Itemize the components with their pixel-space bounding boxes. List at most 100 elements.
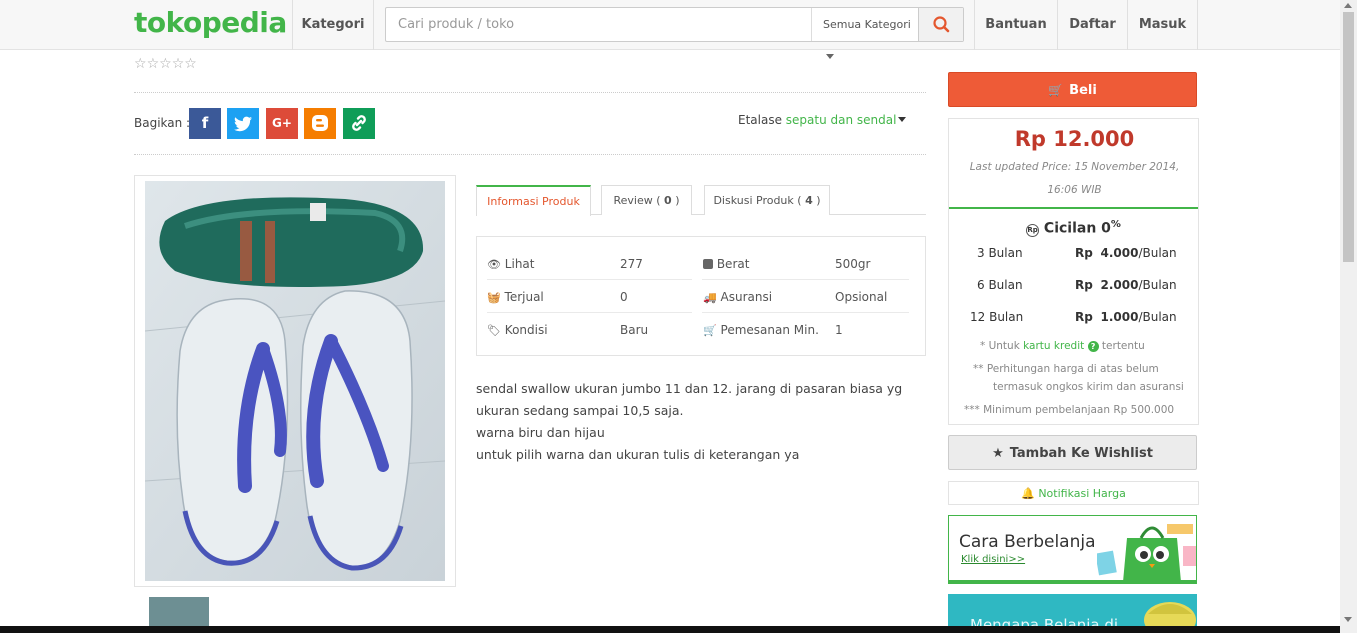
row-divider	[702, 279, 909, 280]
nav-daftar[interactable]: Daftar	[1058, 0, 1127, 50]
google-plus-icon: G+	[272, 116, 292, 130]
note-minimum: *** Minimum pembelanjaan Rp 500.000	[964, 401, 1174, 419]
twitter-icon	[234, 116, 252, 132]
price-box: Rp 12.000 Last updated Price: 15 Novembe…	[948, 118, 1199, 425]
info-berat-label: Berat	[716, 257, 750, 271]
star-icon: ☆	[134, 56, 147, 72]
info-terjual-value: 0	[620, 290, 628, 304]
scroll-down-icon[interactable]	[1344, 617, 1352, 622]
tab-diskusi-produk[interactable]: Diskusi Produk ( 4 )	[704, 185, 830, 215]
row-divider	[487, 312, 692, 313]
search-button[interactable]	[918, 8, 963, 41]
top-navbar: tokopedia Kategori Cari produk / toko Se…	[0, 0, 1340, 59]
cicilan-value: 1.000	[1100, 310, 1139, 324]
nav-bantuan[interactable]: Bantuan	[975, 0, 1057, 50]
info-lihat: 👁 Lihat	[487, 257, 534, 271]
info-lihat-label: Lihat	[504, 257, 535, 271]
help-icon[interactable]: ?	[1087, 341, 1099, 352]
product-description: sendal swallow ukuran jumbo 11 dan 12. j…	[476, 378, 926, 466]
search-category-select[interactable]: Semua Kategori	[811, 8, 918, 59]
divider	[134, 154, 926, 155]
note-text: tertentu	[1101, 340, 1145, 352]
nav-masuk[interactable]: Masuk	[1128, 0, 1197, 50]
info-asuransi: 🚚 Asuransi	[703, 290, 772, 304]
rating-stars: ☆☆☆☆☆	[134, 56, 197, 72]
divider	[134, 92, 926, 93]
info-asuransi-label: Asuransi	[720, 290, 773, 304]
caret-down-icon	[898, 117, 907, 122]
page-scrollbar[interactable]	[1340, 0, 1357, 633]
tab-review[interactable]: Review ( 0 )	[601, 185, 692, 215]
info-pemesanan: 🛒 Pemesanan Min.	[703, 323, 819, 337]
cicilan-amount: Rp 1.000/Bulan	[1075, 310, 1177, 324]
share-twitter-button[interactable]	[227, 108, 259, 139]
note-perhitungan: ** Perhitungan harga di atas belum	[973, 360, 1159, 378]
share-google-plus-button[interactable]: G+	[266, 108, 298, 139]
star-icon: ☆	[159, 56, 172, 72]
search-category-label: Semua Kategori	[823, 18, 911, 31]
share-link-button[interactable]	[343, 108, 375, 139]
cart-icon: 🛒	[703, 324, 717, 337]
etalase-label: Etalase	[738, 113, 782, 127]
etalase-link[interactable]: sepatu dan sendal	[786, 113, 897, 127]
scrollbar-thumb[interactable]	[1343, 12, 1354, 262]
cicilan-currency: Rp	[1075, 310, 1093, 324]
info-pemesanan-value: 1	[835, 323, 843, 337]
tab-review-count: 0	[664, 194, 672, 207]
taskbar-edge	[0, 626, 1340, 633]
product-info-table: 👁 Lihat 277 Berat 500gr 🧺 Terjual 0 🚚 As…	[476, 236, 926, 356]
note-text: termasuk ongkos kirim dan asuransi	[993, 381, 1184, 393]
row-divider	[702, 312, 909, 313]
cicilan-unit: /Bulan	[1138, 310, 1177, 324]
info-asuransi-value: Opsional	[835, 290, 888, 304]
beli-button[interactable]: 🛒 Beli	[948, 72, 1197, 107]
divider	[373, 0, 374, 50]
cicilan-months: 12 Bulan	[970, 310, 1024, 324]
share-label: Bagikan :	[134, 116, 191, 130]
divider	[1197, 0, 1198, 50]
blogger-icon	[312, 115, 328, 131]
info-pemesanan-label: Pemesanan Min.	[720, 323, 819, 337]
cicilan-title-sup: %	[1110, 219, 1121, 230]
cicilan-value: 4.000	[1100, 246, 1139, 260]
wishlist-button[interactable]: ★ Tambah Ke Wishlist	[948, 435, 1197, 470]
weight-icon	[703, 259, 713, 269]
note-text: Untuk	[988, 340, 1020, 352]
description-line: warna biru dan hijau	[476, 425, 605, 440]
cara-berbelanja-banner[interactable]: Cara Berbelanja Klik disini>>	[948, 515, 1197, 584]
tokopedia-logo[interactable]: tokopedia	[134, 6, 287, 39]
search-input[interactable]: Cari produk / toko	[398, 8, 514, 41]
share-blogger-button[interactable]	[304, 108, 336, 139]
scroll-up-icon[interactable]	[1344, 3, 1352, 8]
product-image[interactable]	[145, 181, 445, 581]
bell-icon: 🔔	[1021, 487, 1035, 500]
star-icon: ★	[992, 446, 1004, 461]
truck-icon: 🚚	[703, 291, 717, 304]
info-kondisi: 🏷 Kondisi	[487, 323, 548, 337]
cicilan-amount: Rp 4.000/Bulan	[1075, 246, 1177, 260]
note-text: Minimum pembelanjaan Rp 500.000	[983, 404, 1175, 416]
note-kartu-kredit: * Untuk kartu kredit ? tertentu	[980, 337, 1145, 355]
tab-informasi-produk[interactable]: Informasi Produk	[476, 185, 591, 216]
cicilan-value: 2.000	[1100, 278, 1139, 292]
cicilan-title: Rp Cicilan 0%	[949, 219, 1198, 237]
tab-review-label: Review	[613, 194, 653, 207]
cicilan-unit: /Bulan	[1138, 246, 1177, 260]
tag-icon: 🏷	[487, 324, 501, 337]
note-text: Perhitungan harga di atas belum	[986, 363, 1159, 375]
kartu-kredit-link[interactable]: kartu kredit	[1023, 340, 1084, 352]
star-icon: ☆	[184, 56, 197, 72]
kategori-menu[interactable]: Kategori	[293, 0, 373, 50]
note-mark: ***	[964, 404, 980, 416]
cicilan-unit: /Bulan	[1138, 278, 1177, 292]
product-price: Rp 12.000	[1014, 127, 1135, 151]
cicilan-amount: Rp 2.000/Bulan	[1075, 278, 1177, 292]
banner-link[interactable]: Klik disini>>	[961, 554, 1025, 565]
notifikasi-harga-link[interactable]: 🔔 Notifikasi Harga	[948, 481, 1199, 505]
share-facebook-button[interactable]: f	[189, 108, 221, 139]
product-image-frame	[134, 175, 456, 587]
cart-icon: 🛒	[1048, 83, 1064, 97]
notifikasi-label: Notifikasi Harga	[1038, 487, 1126, 500]
cicilan-months: 6 Bulan	[977, 278, 1023, 292]
star-icon: ☆	[171, 56, 185, 72]
